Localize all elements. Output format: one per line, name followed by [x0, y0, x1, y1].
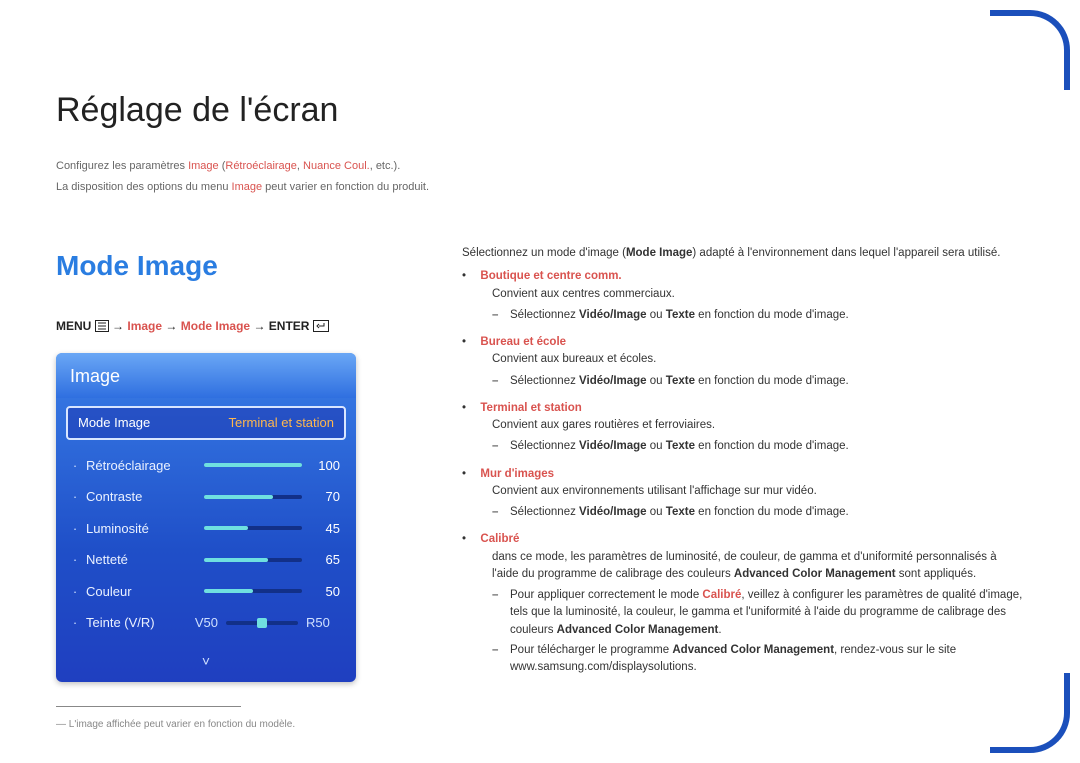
osd-scroll-down[interactable]: ˅ — [56, 647, 356, 682]
row-dot-icon: · — [72, 550, 78, 570]
osd-row-color[interactable]: · Couleur 50 — [72, 576, 340, 608]
intro-line-1: Configurez les paramètres Image (Rétroéc… — [56, 158, 1024, 175]
mode-item-mur: • Mur d'images Convient aux environnemen… — [462, 466, 1024, 522]
osd-row-value: 70 — [310, 487, 340, 507]
osd-header: Image — [56, 353, 356, 398]
osd-row-label: Teinte (V/R) — [86, 613, 176, 633]
corner-decoration-top-right — [990, 10, 1070, 90]
osd-row-tint[interactable]: · Teinte (V/R) V50 R50 — [72, 607, 340, 639]
mode-subitem: Pour appliquer correctement le mode Cali… — [492, 587, 1024, 639]
section-title: Mode Image — [56, 245, 416, 287]
footnote: ― L'image affichée peut varier en foncti… — [56, 717, 416, 732]
osd-row-label: Netteté — [86, 550, 196, 570]
footnote-divider — [56, 706, 241, 707]
chevron-down-icon: ˅ — [202, 653, 210, 669]
osd-tint-right: R50 — [306, 613, 340, 633]
right-intro: Sélectionnez un mode d'image (Mode Image… — [462, 245, 1024, 262]
osd-row-contrast[interactable]: · Contraste 70 — [72, 481, 340, 513]
osd-row-backlight[interactable]: · Rétroéclairage 100 — [72, 450, 340, 482]
mode-desc: Convient aux environnements utilisant l'… — [492, 483, 1024, 500]
enter-icon — [313, 319, 329, 337]
mode-item-calibre: • Calibré dans ce mode, les paramètres d… — [462, 531, 1024, 676]
osd-row-value: 100 — [310, 456, 340, 476]
osd-selected-label: Mode Image — [78, 413, 150, 433]
mode-desc: Convient aux gares routières et ferrovia… — [492, 417, 1024, 434]
osd-rows: · Rétroéclairage 100 · Contraste 70 · Lu… — [56, 450, 356, 647]
row-dot-icon: · — [72, 487, 78, 507]
osd-row-value: 50 — [310, 582, 340, 602]
osd-slider[interactable] — [204, 526, 302, 530]
osd-tint-left: V50 — [184, 613, 218, 633]
mode-desc: Convient aux centres commerciaux. — [492, 286, 1024, 303]
osd-slider[interactable] — [204, 463, 302, 467]
mode-item-bureau: • Bureau et école Convient aux bureaux e… — [462, 334, 1024, 390]
row-dot-icon: · — [72, 519, 78, 539]
osd-selected-value: Terminal et station — [229, 413, 335, 433]
osd-panel: Image Mode Image Terminal et station · R… — [56, 353, 356, 682]
osd-row-brightness[interactable]: · Luminosité 45 — [72, 513, 340, 545]
mode-subitem: Sélectionnez Vidéo/Image ou Texte en fon… — [492, 373, 1024, 390]
osd-row-label: Contraste — [86, 487, 196, 507]
mode-desc: dans ce mode, les paramètres de luminosi… — [492, 549, 1024, 584]
menu-path: MENU → Image → Mode Image → ENTER — [56, 317, 416, 337]
row-dot-icon: · — [72, 613, 78, 633]
osd-slider[interactable] — [204, 558, 302, 562]
osd-row-label: Luminosité — [86, 519, 196, 539]
mode-item-terminal: • Terminal et station Convient aux gares… — [462, 400, 1024, 456]
osd-row-value: 45 — [310, 519, 340, 539]
osd-row-value: 65 — [310, 550, 340, 570]
osd-slider[interactable] — [204, 589, 302, 593]
corner-decoration-bottom-right — [990, 673, 1070, 753]
row-dot-icon: · — [72, 456, 78, 476]
mode-subitem: Sélectionnez Vidéo/Image ou Texte en fon… — [492, 438, 1024, 455]
mode-desc: Convient aux bureaux et écoles. — [492, 351, 1024, 368]
mode-item-boutique: • Boutique et centre comm. Convient aux … — [462, 268, 1024, 324]
intro-line-2: La disposition des options du menu Image… — [56, 179, 1024, 196]
menu-icon — [95, 319, 109, 337]
osd-selected-row[interactable]: Mode Image Terminal et station — [66, 406, 346, 440]
mode-subitem: Sélectionnez Vidéo/Image ou Texte en fon… — [492, 307, 1024, 324]
row-dot-icon: · — [72, 582, 78, 602]
page-title: Réglage de l'écran — [56, 85, 1024, 136]
osd-row-sharpness[interactable]: · Netteté 65 — [72, 544, 340, 576]
osd-tint-slider[interactable] — [226, 621, 298, 625]
osd-row-label: Rétroéclairage — [86, 456, 196, 476]
osd-row-label: Couleur — [86, 582, 196, 602]
osd-slider[interactable] — [204, 495, 302, 499]
mode-subitem: Pour télécharger le programme Advanced C… — [492, 642, 1024, 677]
mode-subitem: Sélectionnez Vidéo/Image ou Texte en fon… — [492, 504, 1024, 521]
